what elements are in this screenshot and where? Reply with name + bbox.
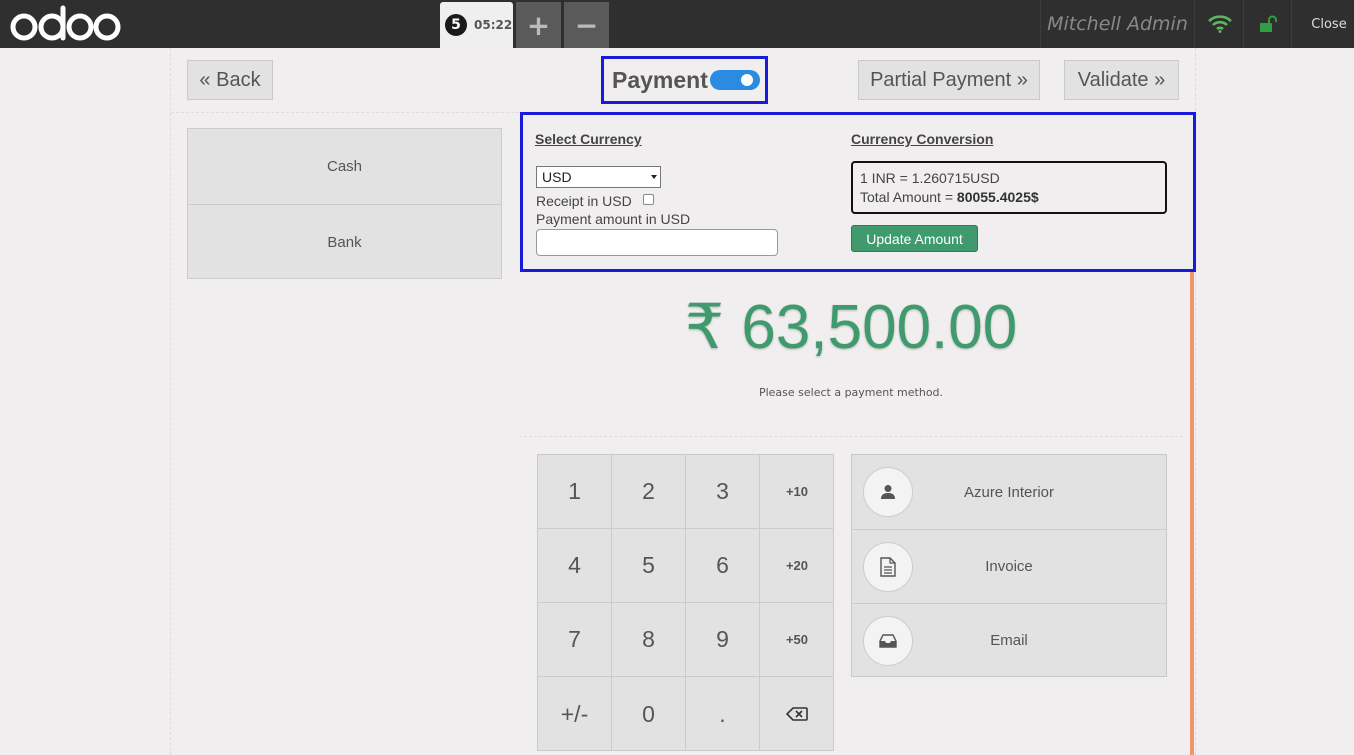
numpad-key-plus10[interactable]: +10 (760, 455, 834, 529)
numpad-key-7[interactable]: 7 (538, 603, 612, 677)
numpad-key-plus20[interactable]: +20 (760, 529, 834, 603)
email-button[interactable]: Email (852, 603, 1166, 677)
currency-panel: Select Currency USD Receipt in USD Payme… (520, 112, 1196, 272)
currency-select[interactable]: USD (536, 166, 661, 188)
odoo-logo (10, 5, 121, 41)
numpad-key-2[interactable]: 2 (612, 455, 686, 529)
customer-button[interactable]: Azure Interior (852, 455, 1166, 529)
payment-amount-label: Payment amount in USD (536, 211, 691, 227)
conversion-box: 1 INR = 1.260715USD Total Amount = 80055… (851, 161, 1167, 214)
numpad-key-5[interactable]: 5 (612, 529, 686, 603)
select-currency-heading: Select Currency (535, 131, 642, 147)
invoice-label: Invoice (985, 558, 1033, 575)
numpad-key-dot[interactable]: . (686, 677, 760, 751)
wifi-icon (1196, 0, 1244, 48)
numpad-key-sign[interactable]: +/- (538, 677, 612, 751)
paymentline-indicator (1190, 272, 1194, 755)
total-amount-value: 80055.4025$ (956, 189, 1039, 205)
payment-toggle[interactable] (709, 70, 760, 90)
email-label: Email (990, 632, 1028, 649)
update-amount-button[interactable]: Update Amount (851, 225, 978, 252)
currency-conversion-heading: Currency Conversion (851, 131, 994, 147)
payment-method-bank[interactable]: Bank (188, 204, 501, 279)
validate-button[interactable]: Validate » (1064, 60, 1179, 100)
numpad-key-6[interactable]: 6 (686, 529, 760, 603)
back-button[interactable]: « Back (187, 60, 273, 100)
section-divider (519, 436, 1183, 437)
unlock-icon[interactable] (1244, 0, 1292, 48)
total-amount-line: Total Amount = 80055.4025$ (860, 188, 1158, 207)
numpad-key-1[interactable]: 1 (538, 455, 612, 529)
invoice-button[interactable]: Invoice (852, 529, 1166, 603)
partial-payment-button[interactable]: Partial Payment » (858, 60, 1040, 100)
backspace-icon (786, 707, 808, 721)
document-icon (863, 542, 913, 592)
order-time: 05:22 (474, 18, 513, 32)
receipt-label: Receipt in USD (536, 193, 632, 209)
user-icon (863, 467, 913, 517)
total-amount-label: Total Amount = (860, 189, 957, 205)
numpad-key-4[interactable]: 4 (538, 529, 612, 603)
numpad-key-plus50[interactable]: +50 (760, 603, 834, 677)
rate-line: 1 INR = 1.260715USD (860, 170, 1000, 186)
inbox-icon (863, 616, 913, 666)
close-button[interactable]: Close (1304, 0, 1354, 48)
receipt-checkbox[interactable] (643, 194, 654, 205)
payment-hint: Please select a payment method. (758, 386, 944, 399)
total-amount: ₹ 63,500.00 (684, 293, 1018, 362)
page-title: Payment (612, 66, 708, 93)
numpad-key-9[interactable]: 9 (686, 603, 760, 677)
payment-method-cash[interactable]: Cash (188, 129, 501, 204)
remove-order-button[interactable]: − (564, 2, 609, 48)
toggle-knob (740, 74, 753, 86)
numpad-key-0[interactable]: 0 (612, 677, 686, 751)
top-bar: 5 05:22 + − Mitchell Admin Close (0, 0, 1354, 48)
numpad: 1 2 3 +10 4 5 6 +20 7 8 9 +50 +/- 0 . (537, 454, 834, 751)
payment-methods-list: Cash Bank (187, 128, 502, 279)
order-tab[interactable]: 5 05:22 (440, 2, 513, 48)
payment-amount-input[interactable] (536, 229, 778, 256)
user-name[interactable]: Mitchell Admin (1040, 0, 1195, 48)
currency-select-value: USD (542, 169, 572, 185)
order-number-badge: 5 (445, 14, 467, 36)
numpad-key-8[interactable]: 8 (612, 603, 686, 677)
numpad-key-3[interactable]: 3 (686, 455, 760, 529)
customer-options: Azure Interior Invoice Email (851, 454, 1167, 677)
chevron-down-icon (651, 175, 657, 179)
add-order-button[interactable]: + (516, 2, 561, 48)
customer-name: Azure Interior (963, 483, 1055, 501)
frame-divider (170, 48, 171, 755)
backspace-key[interactable] (760, 677, 834, 751)
payment-title-box: Payment (601, 56, 768, 104)
